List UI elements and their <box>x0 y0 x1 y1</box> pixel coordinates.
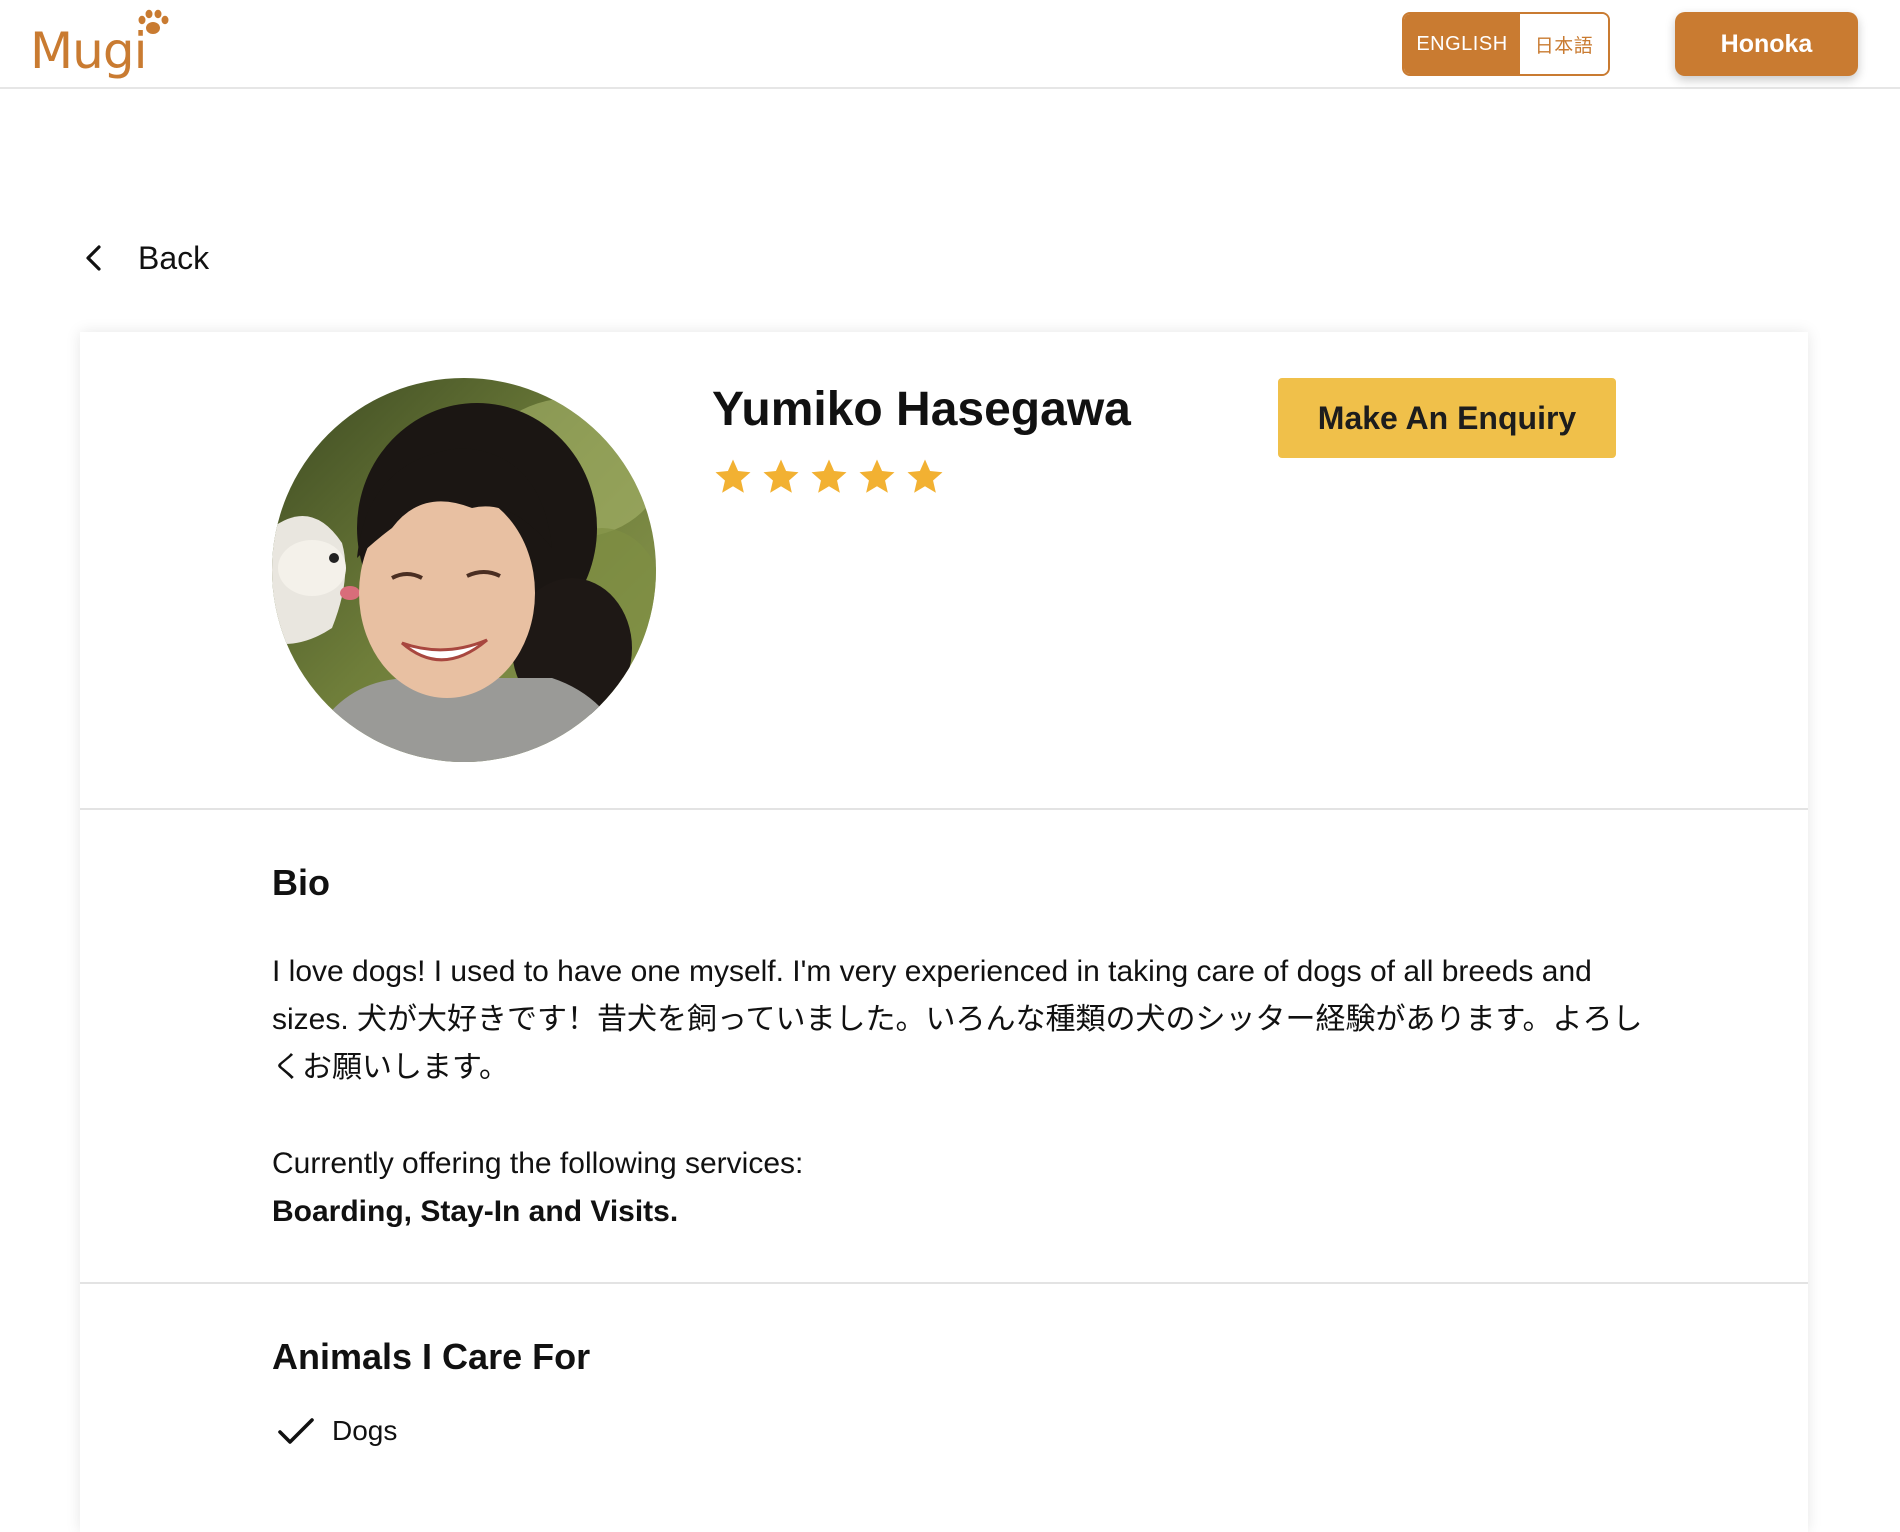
animal-label: Dogs <box>332 1415 398 1446</box>
profile-avatar <box>272 378 656 762</box>
rating-stars <box>712 456 946 498</box>
language-japanese-button[interactable]: 日本語 <box>1520 14 1608 74</box>
chevron-left-icon <box>86 245 101 271</box>
animal-list-item: Dogs <box>276 1414 397 1448</box>
make-enquiry-button[interactable]: Make An Enquiry <box>1278 378 1616 458</box>
sitter-profile-card: Yumiko Hasegawa Make An Enquiry Bio I lo… <box>80 332 1808 1532</box>
mugi-logo[interactable]: Mugi <box>30 9 169 80</box>
star-icon <box>907 459 943 493</box>
animals-heading: Animals I Care For <box>272 1336 591 1377</box>
language-english-button[interactable]: ENGLISH <box>1404 14 1520 74</box>
sitter-name: Yumiko Hasegawa <box>712 383 1131 436</box>
star-icon <box>763 459 799 493</box>
section-divider <box>80 808 1808 810</box>
top-header: Mugi ENGLISH 日本語 Honoka <box>0 0 1900 89</box>
services-label: Currently offering the following service… <box>272 1147 804 1180</box>
services-value: Boarding, Stay-In and Visits. <box>272 1195 679 1228</box>
star-icon <box>715 459 751 493</box>
star-icon <box>811 459 847 493</box>
language-toggle: ENGLISH 日本語 <box>1402 12 1610 76</box>
check-icon <box>278 1418 314 1444</box>
logo-text: Mugi <box>30 22 147 80</box>
user-menu-button[interactable]: Honoka <box>1675 12 1858 76</box>
paw-icon <box>138 9 169 34</box>
star-icon <box>859 459 895 493</box>
bio-heading: Bio <box>272 862 330 903</box>
back-label: Back <box>138 239 210 276</box>
bio-text: I love dogs! I used to have one myself. … <box>272 955 1643 1084</box>
section-divider <box>80 1282 1808 1284</box>
back-link[interactable]: Back <box>82 234 209 282</box>
